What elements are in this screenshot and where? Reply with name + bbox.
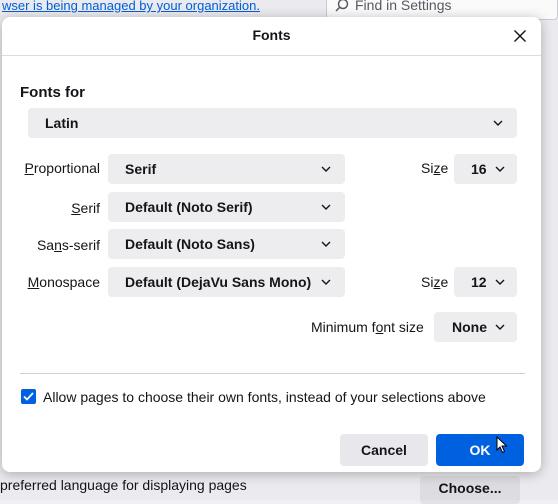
chevron-down-icon [321,241,331,247]
sans-serif-value: Default (Noto Sans) [125,236,255,252]
chevron-down-icon [495,324,505,330]
chevron-down-icon [321,279,331,285]
title-divider [2,55,541,56]
minimum-font-size-select[interactable]: None [434,312,517,342]
mouse-pointer-icon [496,436,508,454]
sans-serif-label: Sans-serif [36,237,100,253]
monospace-size-select[interactable]: 12 [454,267,517,297]
cancel-button[interactable]: Cancel [340,434,428,466]
monospace-size-value: 12 [471,274,487,290]
language-group-select[interactable]: Latin [28,108,517,138]
close-button[interactable] [507,23,533,49]
chevron-down-icon [321,204,331,210]
proportional-size-label: Size [421,160,449,176]
minimum-font-size-value: None [452,319,487,335]
fonts-for-heading: Fonts for [20,84,85,101]
minimum-font-size-label: Minimum font size [311,319,424,335]
checkmark-icon [23,392,34,401]
fonts-dialog: Fonts Fonts for Latin Proportional Serif… [2,17,541,472]
monospace-select[interactable]: Default (DejaVu Sans Mono) [108,267,345,297]
ok-button[interactable]: OK [436,434,524,466]
chevron-down-icon [495,279,505,285]
proportional-value: Serif [125,161,157,177]
proportional-size-value: 16 [471,161,487,177]
allow-pages-fonts-label[interactable]: Allow pages to choose their own fonts, i… [43,389,486,405]
close-icon [514,30,526,42]
sans-serif-select[interactable]: Default (Noto Sans) [108,229,345,259]
serif-select[interactable]: Default (Noto Serif) [108,192,345,222]
allow-pages-fonts-checkbox[interactable] [21,389,36,404]
proportional-label: Proportional [24,160,101,176]
dialog-title: Fonts [252,27,291,43]
serif-label: Serif [71,200,100,216]
monospace-size-label: Size [421,274,449,290]
serif-value: Default (Noto Serif) [125,199,253,215]
chevron-down-icon [493,120,503,126]
chevron-down-icon [321,166,331,172]
proportional-select[interactable]: Serif [108,154,345,184]
monospace-label: Monospace [27,274,100,290]
proportional-size-select[interactable]: 16 [454,154,517,184]
language-group-value: Latin [45,115,79,131]
chevron-down-icon [495,166,505,172]
monospace-value: Default (DejaVu Sans Mono) [125,274,312,290]
section-divider [20,373,525,374]
